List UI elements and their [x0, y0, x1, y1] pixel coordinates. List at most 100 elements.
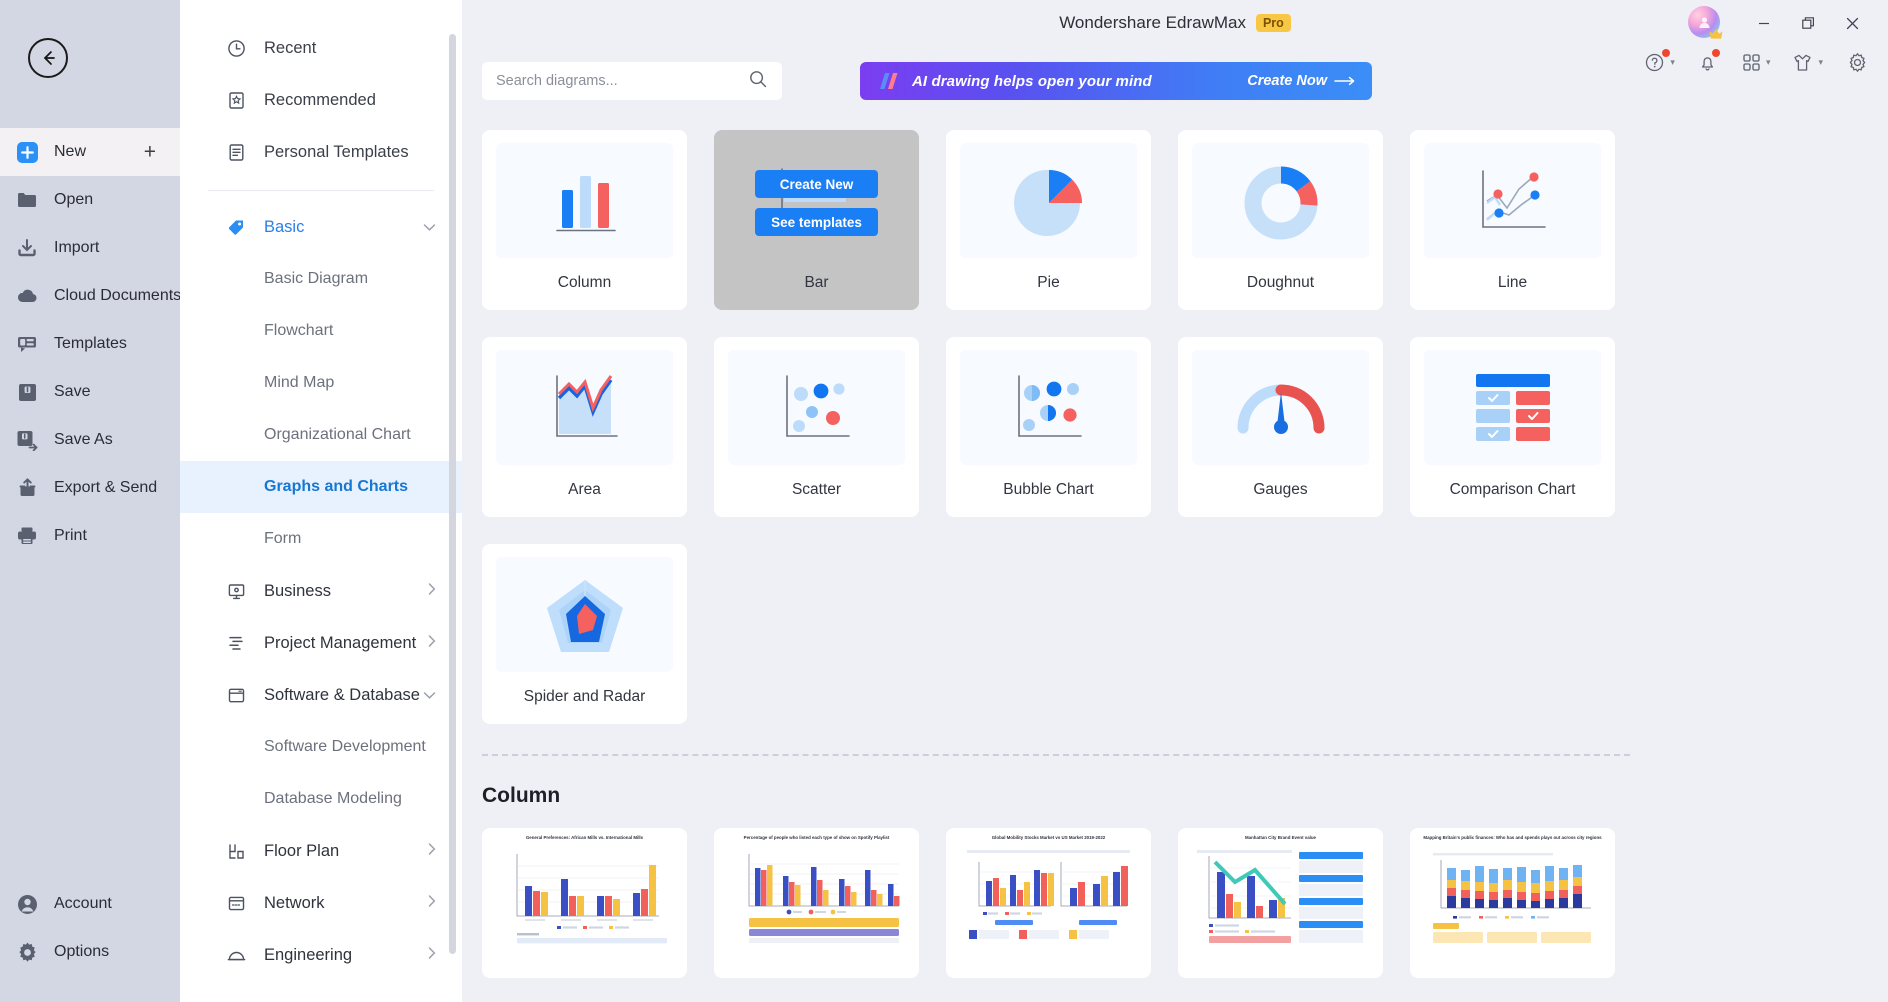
card-bubble-chart[interactable]: Bubble Chart	[946, 337, 1151, 517]
clock-icon	[226, 38, 246, 58]
template-thumbnail[interactable]: Mapping Britain's public finances: Who h…	[1410, 828, 1615, 978]
doughnut-chart-thumb	[1192, 143, 1369, 258]
template-thumbnail[interactable]: Manhattan City Brand Event value	[1178, 828, 1383, 978]
chevron-right-icon[interactable]	[428, 894, 436, 913]
card-pie[interactable]: Pie	[946, 130, 1151, 310]
nav-subitem-database-modeling[interactable]: Database Modeling	[180, 773, 462, 825]
gauge-chart-thumb	[1192, 350, 1369, 465]
rail-item-label: Print	[54, 527, 87, 544]
gear-icon[interactable]	[1843, 52, 1872, 73]
chevron-down-icon[interactable]: ▾	[1766, 57, 1771, 68]
see-templates-button[interactable]: See templates	[755, 208, 878, 236]
rail-item-export-send[interactable]: Export & Send	[0, 464, 180, 512]
chevron-down-icon[interactable]	[423, 218, 436, 237]
nav-group-label: Business	[264, 581, 331, 600]
nav-group-network[interactable]: Network	[180, 877, 462, 929]
nav-subitem-graphs-and-charts[interactable]: Graphs and Charts	[180, 461, 462, 513]
nav-item-personal-templates[interactable]: Personal Templates	[180, 126, 462, 178]
nav-subitem-software-development[interactable]: Software Development	[180, 721, 462, 773]
chevron-down-icon[interactable]	[423, 686, 436, 705]
rail-item-save[interactable]: Save	[0, 368, 180, 416]
nav-item-label: Recommended	[264, 90, 376, 109]
card-area[interactable]: Area	[482, 337, 687, 517]
nav-subitem-basic-diagram[interactable]: Basic Diagram	[180, 253, 462, 305]
nav-item-recommended[interactable]: Recommended	[180, 74, 462, 126]
rail-item-label: Save	[54, 383, 91, 400]
create-now-button[interactable]: Create Now	[1247, 73, 1356, 89]
rail-item-options[interactable]: Options	[0, 928, 180, 976]
rail-item-import[interactable]: Import	[0, 224, 180, 272]
window-icon	[226, 685, 246, 705]
card-scatter[interactable]: Scatter	[714, 337, 919, 517]
template-thumbnail[interactable]: Percentage of people who listed each typ…	[714, 828, 919, 978]
chevron-right-icon[interactable]	[428, 634, 436, 653]
card-line[interactable]: Line	[1410, 130, 1615, 310]
back-button[interactable]	[28, 38, 68, 78]
nav-group-business[interactable]: Business	[180, 565, 462, 617]
rail-item-save-as[interactable]: Save As	[0, 416, 180, 464]
rail-item-account[interactable]: Account	[0, 880, 180, 928]
rail-item-cloud-documents[interactable]: Cloud Documents	[0, 272, 181, 320]
minimize-button[interactable]	[1742, 6, 1786, 40]
chevron-right-icon[interactable]	[428, 842, 436, 861]
template-thumbnail[interactable]: General Preferences: African Mills vs. I…	[482, 828, 687, 978]
template-title: Global Mobility Stocks Market vs US Mark…	[991, 835, 1106, 840]
help-icon[interactable]: ▾	[1640, 49, 1679, 73]
main-area: Wondershare EdrawMax Pro ▾ ▾ ▾ Search di…	[462, 0, 1888, 1002]
rail-item-label: Import	[54, 239, 100, 256]
import-icon	[14, 235, 40, 261]
nav-group-floor-plan[interactable]: Floor Plan	[180, 825, 462, 877]
rail-item-new[interactable]: New +	[0, 128, 180, 176]
search-row	[482, 62, 782, 100]
close-button[interactable]	[1830, 6, 1874, 40]
chevron-right-icon[interactable]	[428, 582, 436, 601]
card-bar[interactable]: Create New See templates Bar	[714, 130, 919, 310]
apps-grid-icon[interactable]: ▾	[1738, 53, 1775, 72]
chevron-down-icon[interactable]: ▾	[1670, 57, 1675, 68]
nav-subitem-organizational-chart[interactable]: Organizational Chart	[180, 409, 462, 461]
rail-item-templates[interactable]: Templates	[0, 320, 180, 368]
column-chart-thumb	[496, 143, 673, 258]
card-comparison-chart[interactable]: Comparison Chart	[1410, 337, 1615, 517]
rail-item-print[interactable]: Print	[0, 512, 180, 560]
gear-icon	[14, 939, 40, 965]
save-icon	[14, 379, 40, 405]
rail-item-label: Templates	[54, 335, 127, 352]
card-gauges[interactable]: Gauges	[1178, 337, 1383, 517]
bell-icon[interactable]	[1693, 49, 1722, 73]
card-spider-and-radar[interactable]: Spider and Radar	[482, 544, 687, 724]
template-preview	[748, 853, 900, 943]
create-new-button[interactable]: Create New	[755, 170, 878, 198]
rail-item-open[interactable]: Open	[0, 176, 180, 224]
chevron-down-icon[interactable]: ▾	[1818, 57, 1823, 68]
nav-subitem-form[interactable]: Form	[180, 513, 462, 565]
card-doughnut[interactable]: Doughnut	[1178, 130, 1383, 310]
new-add-button[interactable]: +	[144, 142, 156, 163]
card-label: Area	[568, 481, 601, 498]
template-thumbnail[interactable]: Global Mobility Stocks Market vs US Mark…	[946, 828, 1151, 978]
search-input[interactable]	[496, 73, 740, 89]
avatar[interactable]	[1688, 6, 1723, 40]
nav-subitem-flowchart[interactable]: Flowchart	[180, 305, 462, 357]
search-box[interactable]	[482, 62, 782, 100]
radar-chart-thumb	[496, 557, 673, 672]
nav-group-engineering[interactable]: Engineering	[180, 929, 462, 981]
bookmark-star-icon	[226, 90, 246, 110]
theme-shirt-icon[interactable]: ▾	[1788, 53, 1827, 73]
rail-item-label: Open	[54, 191, 94, 208]
nav-group-label: Software & Database	[264, 685, 420, 704]
nav-group-project-management[interactable]: Project Management	[180, 617, 462, 669]
ai-banner-text: AI drawing helps open your mind	[912, 72, 1152, 90]
nav-group-basic[interactable]: Basic	[180, 201, 462, 253]
chevron-right-icon[interactable]	[428, 946, 436, 965]
search-icon[interactable]	[748, 69, 768, 94]
template-title: Manhattan City Brand Event value	[1245, 835, 1316, 840]
nav-group-software-database[interactable]: Software & Database	[180, 669, 462, 721]
rail-item-label: Save As	[54, 431, 113, 448]
ai-promo-banner[interactable]: AI drawing helps open your mind Create N…	[860, 62, 1372, 100]
nav-scrollbar[interactable]	[449, 34, 456, 954]
card-column[interactable]: Column	[482, 130, 687, 310]
nav-subitem-mind-map[interactable]: Mind Map	[180, 357, 462, 409]
restore-button[interactable]	[1786, 6, 1830, 40]
nav-item-recent[interactable]: Recent	[180, 22, 462, 74]
